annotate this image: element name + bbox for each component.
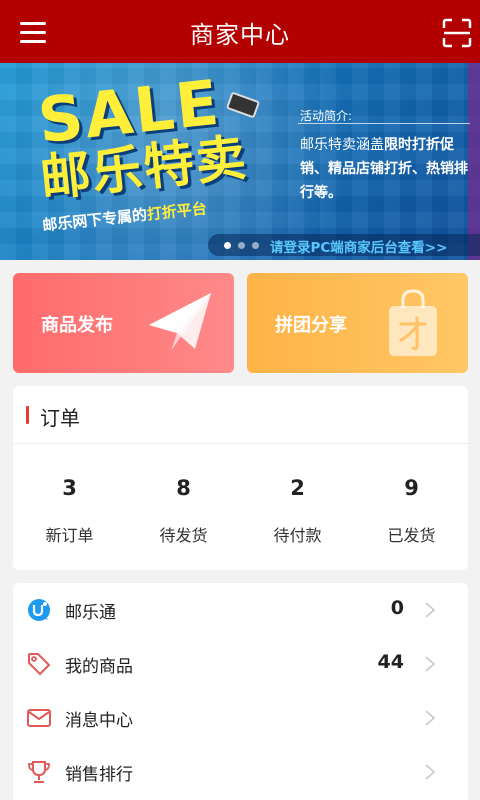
banner-intro-text: 邮乐特卖涵盖限时打折促销、精品店铺打折、热销排行等。 <box>300 137 468 201</box>
order-stat-count: 3 <box>62 476 77 500</box>
order-stat-count: 8 <box>176 476 191 500</box>
orders-title: 订单 <box>40 406 80 430</box>
order-stat-count: 2 <box>290 476 305 500</box>
order-stat-to-ship[interactable]: 8 待发货 <box>127 444 240 570</box>
shopping-bag-icon <box>389 289 437 356</box>
publish-product-button[interactable]: 商品发布 <box>13 273 234 373</box>
chevron-right-icon <box>425 710 436 726</box>
paper-plane-icon <box>149 293 211 351</box>
chevron-right-icon <box>425 656 436 672</box>
envelope-icon <box>27 709 51 727</box>
orders-header: 订单 <box>13 386 468 444</box>
chevron-right-icon <box>425 764 436 780</box>
menu-item-count: 44 <box>377 651 404 673</box>
menu-item-label: 我的商品 <box>65 657 133 677</box>
price-tag-icon <box>28 653 51 676</box>
banner-divider <box>298 123 470 124</box>
carousel-dots <box>216 241 268 251</box>
order-stat-new[interactable]: 3 新订单 <box>13 444 126 570</box>
trophy-icon <box>28 761 50 783</box>
carousel-dot[interactable] <box>238 242 245 249</box>
group-share-button[interactable]: 拼团分享 <box>247 273 468 373</box>
scan-icon[interactable] <box>442 18 472 48</box>
order-stat-shipped[interactable]: 9 已发货 <box>355 444 468 570</box>
menu-item-sales-ranking[interactable]: 销售排行 <box>13 745 468 799</box>
order-stat-label: 待发货 <box>159 526 208 545</box>
order-stat-label: 待付款 <box>273 526 322 545</box>
menu-list: 邮乐通 0 我的商品 44 消息中心 销售排行 <box>13 583 468 800</box>
app-header: 商家中心 <box>0 0 480 63</box>
banner-intro-label: 活动简介: <box>300 109 353 123</box>
menu-item-my-products[interactable]: 我的商品 44 <box>13 637 468 691</box>
order-stat-label: 已发货 <box>387 526 436 545</box>
orders-panel: 订单 3 新订单 8 待发货 2 待付款 9 已发货 <box>13 386 468 570</box>
menu-item-count: 0 <box>390 597 404 619</box>
carousel-dot[interactable] <box>252 242 259 249</box>
menu-item-uletong[interactable]: 邮乐通 0 <box>13 583 468 637</box>
menu-item-label: 邮乐通 <box>65 603 116 623</box>
menu-item-message-center[interactable]: 消息中心 <box>13 691 468 745</box>
publish-product-label: 商品发布 <box>41 315 113 336</box>
carousel-dot[interactable] <box>224 242 231 249</box>
chevron-right-icon <box>425 602 436 618</box>
banner-footer-text: 请登录PC端商家后台查看>> <box>270 240 448 256</box>
order-stat-count: 9 <box>404 476 419 500</box>
group-share-label: 拼团分享 <box>275 315 347 336</box>
section-marker <box>26 406 29 424</box>
menu-item-label: 消息中心 <box>65 711 133 731</box>
order-stat-to-pay[interactable]: 2 待付款 <box>241 444 354 570</box>
promo-banner[interactable]: SALE 邮乐特卖 邮乐网下专属的打折平台 活动简介: 邮乐特卖涵盖限时打折促销… <box>0 63 480 260</box>
menu-item-label: 销售排行 <box>65 765 133 785</box>
uletong-icon <box>28 599 50 621</box>
page-title: 商家中心 <box>190 21 290 49</box>
order-stat-label: 新订单 <box>45 526 94 545</box>
